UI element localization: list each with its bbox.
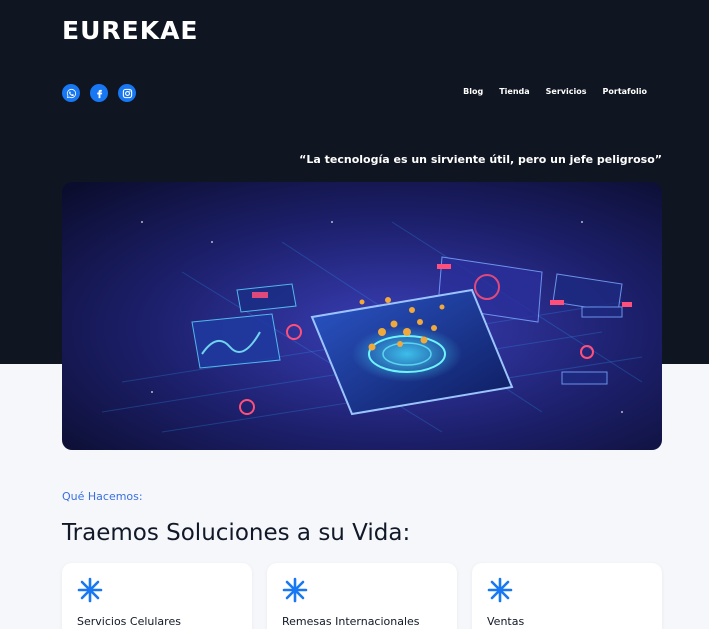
main-nav: Blog Tienda Servicios Portafolio (463, 87, 647, 96)
asterisk-icon (77, 577, 103, 603)
instagram-link[interactable] (118, 84, 136, 102)
nav-portafolio[interactable]: Portafolio (603, 87, 647, 96)
whatsapp-icon (66, 88, 76, 98)
hero-quote: “La tecnología es un sirviente útil, per… (299, 153, 662, 166)
nav-blog[interactable]: Blog (463, 87, 483, 96)
services-cards: Servicios Celulares Remesas Internaciona… (62, 563, 662, 629)
social-links (62, 84, 136, 102)
service-card-celulares[interactable]: Servicios Celulares (62, 563, 252, 629)
instagram-icon (122, 88, 132, 98)
service-label: Ventas (487, 615, 525, 628)
section-title: Traemos Soluciones a su Vida: (62, 520, 411, 546)
facebook-link[interactable] (90, 84, 108, 102)
asterisk-icon (282, 577, 308, 603)
nav-tienda[interactable]: Tienda (499, 87, 529, 96)
asterisk-icon (487, 577, 513, 603)
service-card-ventas[interactable]: Ventas (472, 563, 662, 629)
nav-servicios[interactable]: Servicios (546, 87, 587, 96)
whatsapp-link[interactable] (62, 84, 80, 102)
facebook-icon (96, 89, 102, 98)
site-logo[interactable]: EUREKAE (62, 16, 199, 45)
section-kicker: Qué Hacemos: (62, 490, 143, 503)
service-label: Servicios Celulares (77, 615, 181, 628)
service-card-remesas[interactable]: Remesas Internacionales (267, 563, 457, 629)
hero-image (62, 182, 662, 450)
service-label: Remesas Internacionales (282, 615, 420, 628)
smartphone-technology-illustration (62, 182, 662, 450)
